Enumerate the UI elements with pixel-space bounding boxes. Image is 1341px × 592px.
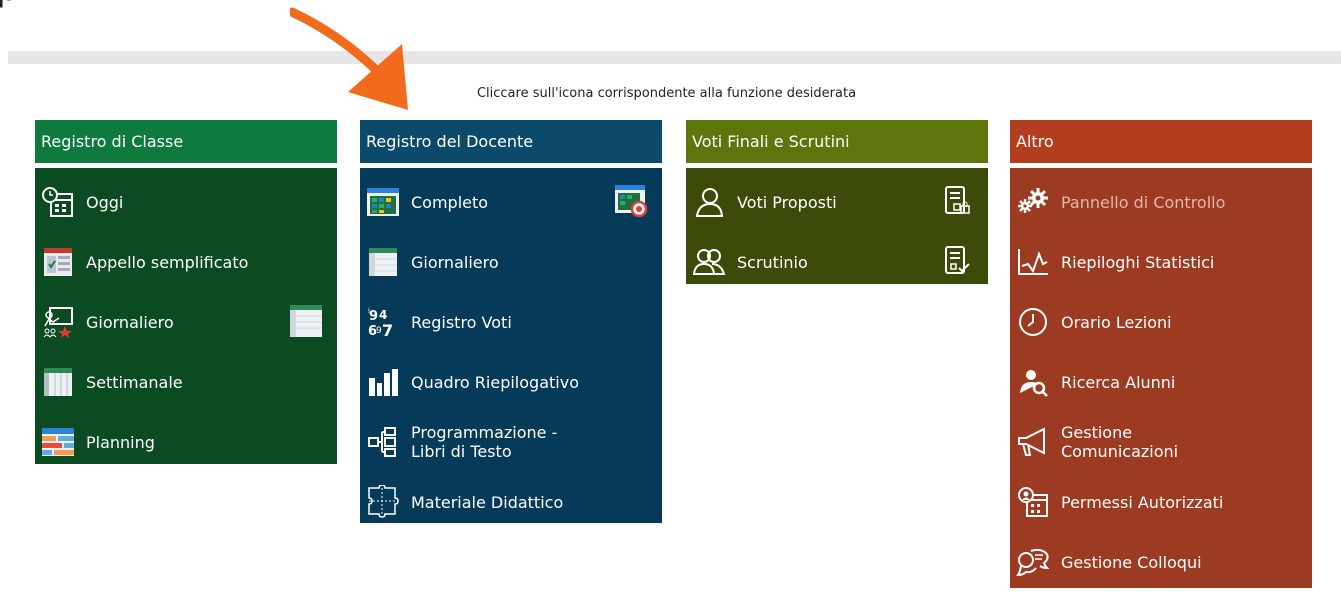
menu-item-riepiloghi-statistici[interactable]: Riepiloghi Statistici	[1010, 232, 1312, 292]
menu-item-settimanale[interactable]: Settimanale	[35, 352, 337, 412]
stats-chart-icon	[1016, 245, 1050, 279]
menu-item-orario-lezioni[interactable]: Orario Lezioni	[1010, 292, 1312, 352]
menu-item-voti-proposti[interactable]: Voti Proposti	[686, 172, 988, 232]
panel-title: Voti Finali e Scrutini	[686, 120, 988, 163]
svg-text:4: 4	[379, 308, 387, 322]
grid-target-icon[interactable]	[614, 184, 648, 218]
users-outline-icon	[692, 245, 726, 279]
menu-item-registro-voti[interactable]: 94697i Registro Voti	[360, 292, 662, 352]
menu-item-ricerca-alunni[interactable]: Ricerca Alunni	[1010, 352, 1312, 412]
annotation-arrow	[290, 7, 408, 110]
colored-grid-icon	[366, 185, 400, 219]
panel-title: Altro	[1010, 120, 1312, 163]
menu-item-scrutinio[interactable]: Scrutinio	[686, 232, 988, 292]
instruction-text: Cliccare sull'icona corrispondente alla …	[476, 86, 857, 101]
weekly-table-icon	[41, 365, 75, 399]
menu-item-gestione-colloqui[interactable]: Gestione Colloqui	[1010, 532, 1312, 592]
menu-item-giornaliero-docente[interactable]: Giornaliero	[360, 232, 662, 292]
menu-item-label: Orario Lezioni	[1061, 312, 1172, 332]
menu-item-label: Giornaliero	[86, 312, 174, 332]
calendar-clock-icon	[41, 185, 75, 219]
menu-item-label: Registro Voti	[411, 312, 512, 332]
document-check-icon[interactable]	[940, 244, 974, 278]
menu-item-label: Gestione Colloqui	[1061, 552, 1202, 572]
menu-item-label: Oggi	[86, 192, 124, 212]
menu-item-label: Riepiloghi Statistici	[1061, 252, 1215, 272]
panel-title: Registro del Docente	[360, 120, 662, 163]
svg-text:i: i	[368, 307, 370, 315]
panel-body: Completo Giornaliero 94697i Registro Vot…	[360, 168, 662, 523]
menu-item-label: Ricerca Alunni	[1061, 372, 1176, 392]
menu-item-label: Settimanale	[86, 372, 183, 392]
menu-item-completo[interactable]: Completo	[360, 172, 662, 232]
menu-item-label: Giornaliero	[411, 252, 499, 272]
menu-item-giornaliero[interactable]: Giornaliero	[35, 292, 337, 352]
menu-item-label: Pannello di Controllo	[1061, 192, 1226, 212]
attendance-list-icon	[41, 245, 75, 279]
panel-title: Registro di Classe	[35, 120, 337, 163]
menu-item-permessi-autorizzati[interactable]: Permessi Autorizzati	[1010, 472, 1312, 532]
menu-item-label: Materiale Didattico	[411, 492, 564, 512]
menu-item-pannello-di-controllo[interactable]: Pannello di Controllo	[1010, 172, 1312, 232]
panel-registro-docente: Registro del Docente Completo Giornalier…	[360, 120, 662, 523]
gears-icon	[1016, 185, 1050, 219]
hierarchy-icon	[366, 425, 400, 459]
clock-icon	[1016, 305, 1050, 339]
menu-item-quadro-riepilogativo[interactable]: Quadro Riepilogativo	[360, 352, 662, 412]
document-lock-icon[interactable]	[940, 184, 974, 218]
panel-registro-classe: Registro di Classe Oggi Appello semplifi…	[35, 120, 337, 464]
menu-item-label: Permessi Autorizzati	[1061, 492, 1224, 512]
divider-bar	[8, 51, 1341, 64]
grades-numbers-icon: 94697i	[366, 305, 400, 339]
panel-body: Voti Proposti Scrutinio	[686, 168, 988, 284]
menu-item-label: Gestione Comunicazioni	[1061, 423, 1179, 461]
menu-item-label: Programmazione - Libri di Testo	[411, 423, 558, 461]
menu-item-planning[interactable]: Planning	[35, 412, 337, 472]
user-search-icon	[1016, 365, 1050, 399]
panel-altro: Altro Pannello di Controllo Riepiloghi S…	[1010, 120, 1312, 588]
permit-calendar-icon	[1016, 485, 1050, 519]
grid-sheet-icon[interactable]	[289, 304, 323, 338]
menu-item-label: Voti Proposti	[737, 192, 837, 212]
page-heading-fragment: p	[0, 0, 19, 9]
menu-item-appello-semplificato[interactable]: Appello semplificato	[35, 232, 337, 292]
menu-item-label: Appello semplificato	[86, 252, 249, 272]
user-outline-icon	[692, 185, 726, 219]
panel-body: Pannello di Controllo Riepiloghi Statist…	[1010, 168, 1312, 588]
panel-body: Oggi Appello semplificato Giornaliero Se…	[35, 168, 337, 464]
planning-table-icon	[41, 425, 75, 459]
menu-item-programmazione[interactable]: Programmazione - Libri di Testo	[360, 412, 662, 472]
puzzle-icon	[366, 485, 400, 519]
megaphone-icon	[1016, 425, 1050, 459]
sheet-icon	[366, 245, 400, 279]
menu-item-label: Quadro Riepilogativo	[411, 372, 579, 392]
chat-bubbles-icon	[1016, 545, 1050, 579]
teacher-board-icon	[41, 305, 75, 339]
menu-item-label: Planning	[86, 432, 155, 452]
panel-voti-finali: Voti Finali e Scrutini Voti Proposti Scr…	[686, 120, 988, 284]
svg-text:9: 9	[369, 309, 378, 324]
menu-item-label: Scrutinio	[737, 252, 808, 272]
menu-item-label: Completo	[411, 192, 489, 212]
bar-chart-icon	[366, 365, 400, 399]
menu-item-materiale-didattico[interactable]: Materiale Didattico	[360, 472, 662, 532]
svg-text:7: 7	[382, 321, 393, 338]
menu-item-gestione-comunicazioni[interactable]: Gestione Comunicazioni	[1010, 412, 1312, 472]
menu-item-oggi[interactable]: Oggi	[35, 172, 337, 232]
